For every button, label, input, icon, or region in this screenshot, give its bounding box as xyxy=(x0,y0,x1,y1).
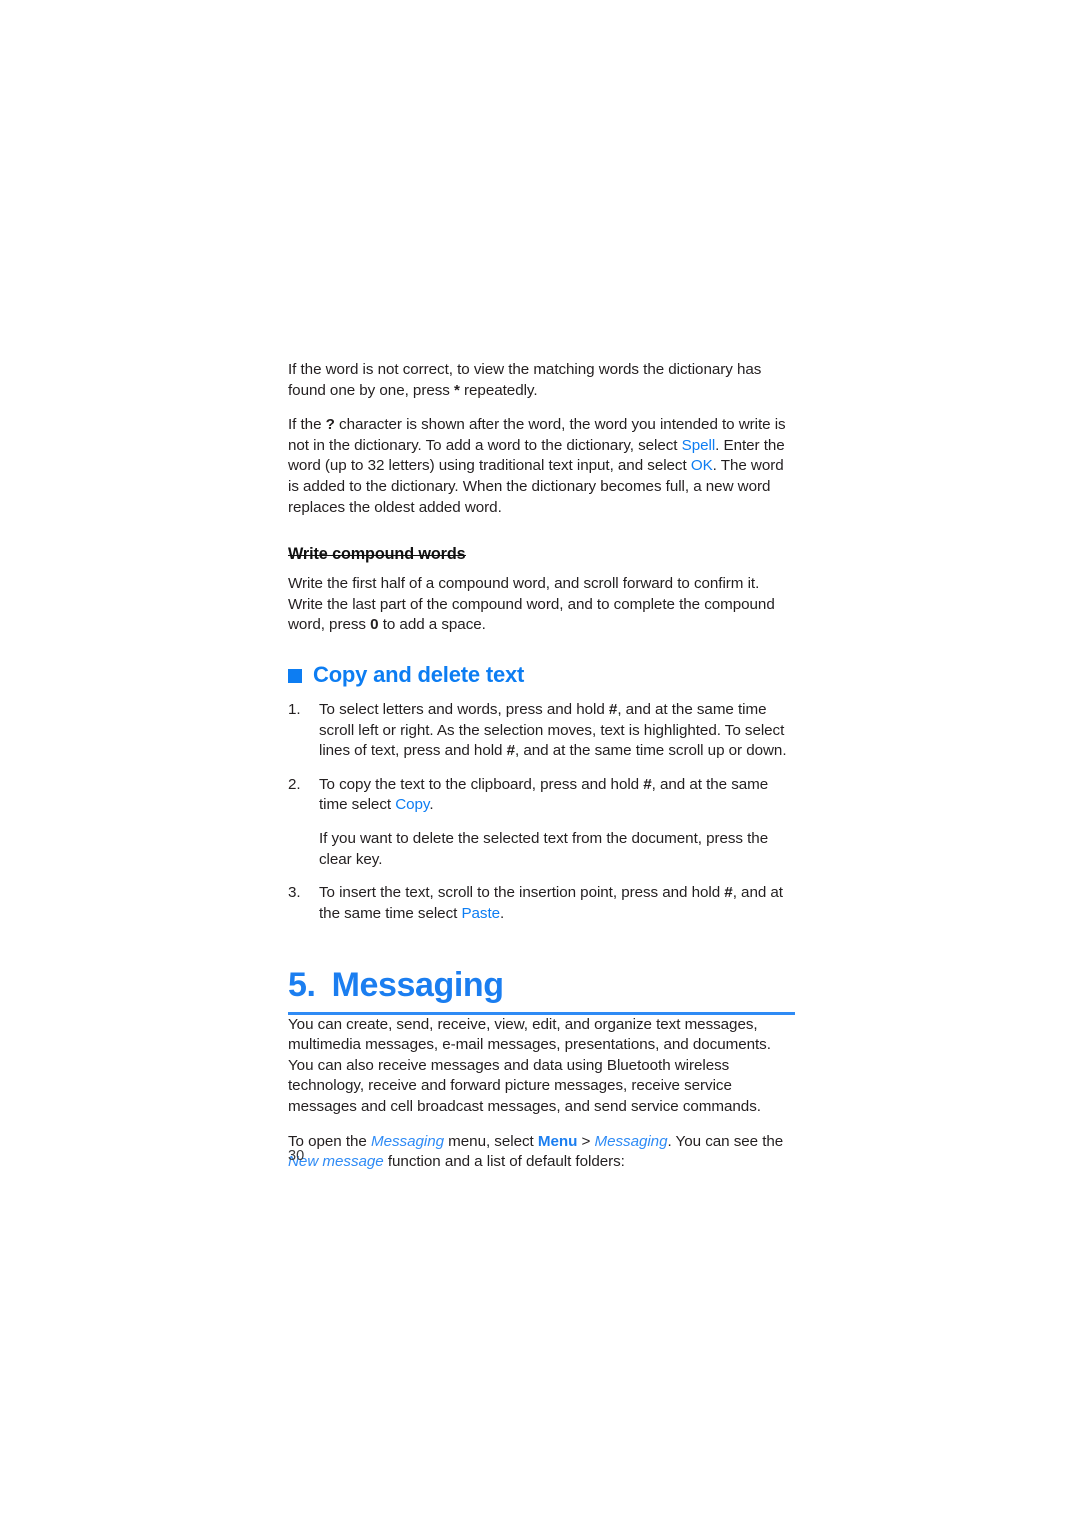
list-item: 2. To copy the text to the clipboard, pre… xyxy=(288,775,795,870)
numbered-steps-list: 1. To select letters and words, press and… xyxy=(288,700,795,924)
link-copy[interactable]: Copy xyxy=(395,796,429,813)
para5-text-c: > xyxy=(577,1132,595,1150)
link-paste[interactable]: Paste xyxy=(461,905,500,922)
subheading-write-compound-words: Write compound words xyxy=(288,545,466,564)
label-messaging-italic-2: Messaging xyxy=(594,1132,668,1150)
section-heading-label: Copy and delete text xyxy=(313,661,525,687)
para1-text-b: repeatedly. xyxy=(459,381,538,399)
list-item: 1. To select letters and words, press and… xyxy=(288,700,795,762)
paragraph-messaging-overview: You can create, send, receive, view, edi… xyxy=(288,1015,771,1116)
para5-text-d: . You can see the xyxy=(667,1132,784,1150)
section-heading-copy-and-delete-text: Copy and delete text xyxy=(288,662,795,688)
text-column: If the word is not correct, to view the … xyxy=(288,360,795,1173)
link-menu[interactable]: Menu xyxy=(538,1133,578,1150)
step3-text-a: To insert the text, scroll to the insert… xyxy=(319,884,725,902)
step2-text-c: . xyxy=(429,796,434,814)
paragraph-delete-note: If you want to delete the selected text … xyxy=(319,829,769,868)
para5-text-b: menu, select xyxy=(444,1132,538,1150)
step-number: 3. xyxy=(288,884,301,902)
step3-text-c: . xyxy=(500,904,505,922)
chapter-title-line: 5. Messaging xyxy=(288,966,795,1012)
chapter-title-text: Messaging xyxy=(331,966,505,1005)
key-hash: # xyxy=(506,742,516,760)
chapter-rule-divider xyxy=(288,1012,795,1015)
para3-text-a: Write the first half of a compound word,… xyxy=(288,575,775,634)
key-hash: # xyxy=(724,884,733,902)
label-messaging-italic-1: Messaging xyxy=(371,1132,444,1150)
square-bullet-icon xyxy=(288,668,302,683)
paragraph-dictionary-cycle: If the word is not correct, to view the … xyxy=(288,360,795,401)
link-ok[interactable]: OK xyxy=(691,457,713,474)
paragraph-add-word: If the ? character is shown after the wo… xyxy=(288,415,795,518)
key-zero: 0 xyxy=(370,616,379,634)
subheading-container: Write compound words xyxy=(288,532,795,565)
step-number: 1. xyxy=(288,700,301,718)
key-hash: # xyxy=(643,775,652,793)
para2-text-a: If the xyxy=(288,416,326,434)
page-number: 30 xyxy=(288,1148,305,1164)
paragraph-compound-words: Write the first half of a compound word,… xyxy=(288,574,795,636)
chapter-heading-messaging: 5. Messaging xyxy=(288,966,795,1015)
para5-text-e: function and a list of default folders: xyxy=(383,1153,625,1171)
step-number: 2. xyxy=(288,775,301,793)
link-spell[interactable]: Spell xyxy=(682,437,716,454)
chapter-number: 5. xyxy=(288,966,316,1005)
para3-text-b: to add a space. xyxy=(378,616,486,634)
step2-text-a: To copy the text to the clipboard, press… xyxy=(319,775,644,793)
step1-text-a: To select letters and words, press and h… xyxy=(319,700,609,718)
key-question-mark: ? xyxy=(325,416,335,434)
paragraph-open-messaging: To open the Messaging menu, select Menu … xyxy=(288,1132,795,1173)
step1-text-c: , and at the same time scroll up or down… xyxy=(515,742,787,760)
list-item: 3. To insert the text, scroll to the inse… xyxy=(288,883,795,924)
document-page: If the word is not correct, to view the … xyxy=(0,0,1080,1528)
